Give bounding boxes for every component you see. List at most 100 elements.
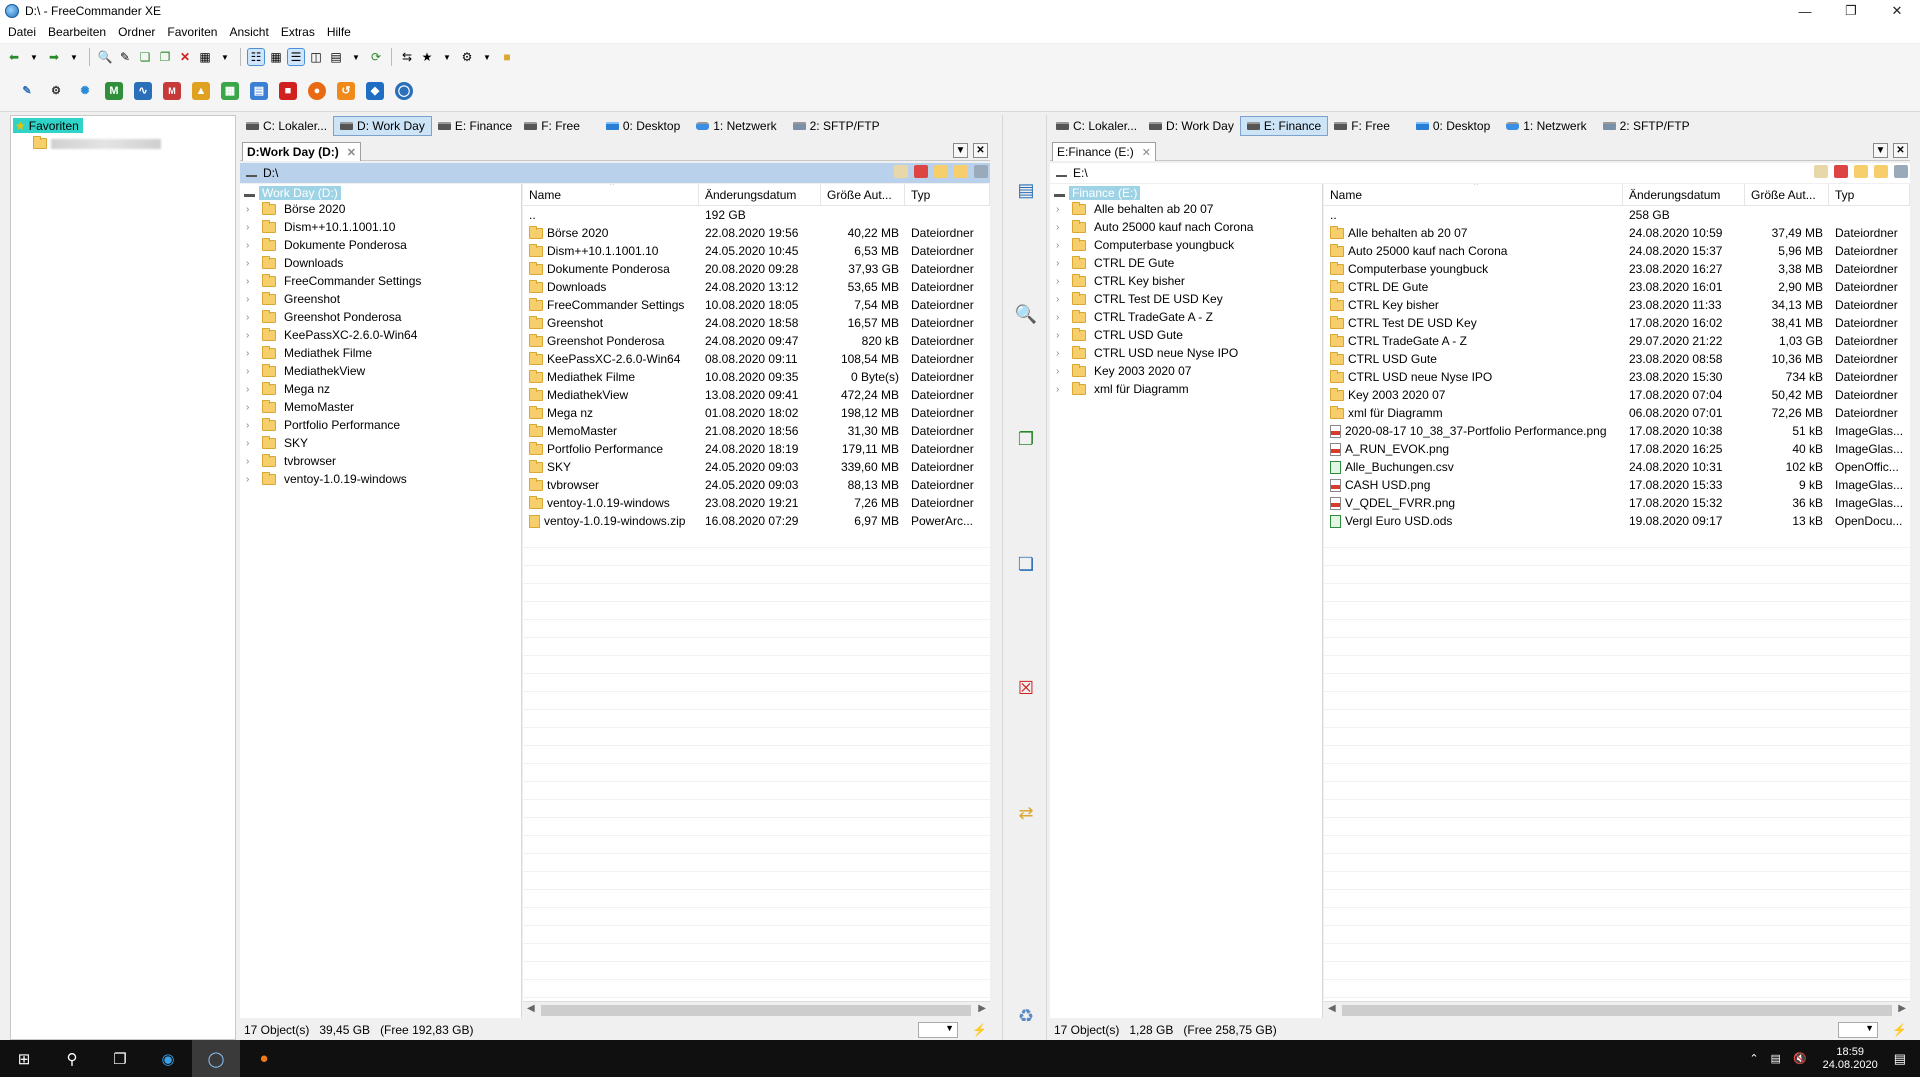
tree-item[interactable]: › Greenshot — [240, 290, 521, 308]
chevron-right-icon[interactable]: › — [246, 294, 254, 305]
tree-item[interactable]: › xml für Diagramm — [1050, 380, 1322, 398]
large-icons-view-icon[interactable]: ▦ — [268, 49, 284, 65]
file-row[interactable]: CTRL USD neue Nyse IPO 23.08.2020 15:30 73… — [1324, 368, 1910, 386]
search-taskbar-icon[interactable]: ⚲ — [48, 1040, 96, 1077]
col-type-header[interactable]: Typ — [905, 184, 990, 206]
file-row[interactable]: Greenshot Ponderosa 24.08.2020 09:47 820 k… — [523, 332, 990, 350]
col-type-header[interactable]: Typ — [1829, 184, 1910, 206]
drive-tab[interactable]: 1: Netzwerk — [690, 116, 782, 136]
tree-item[interactable]: › SKY — [240, 434, 521, 452]
col-size-header[interactable]: Größe Aut... — [1745, 184, 1829, 206]
freecommander-taskbar-icon[interactable]: ◯ — [192, 1040, 240, 1077]
tree-item[interactable]: › KeePassXC-2.6.0-Win64 — [240, 326, 521, 344]
network-icon[interactable]: ▤ — [1771, 1052, 1781, 1065]
file-row[interactable]: MemoMaster 21.08.2020 18:56 31,30 MB Dateio… — [523, 422, 990, 440]
start-button-icon[interactable]: ⊞ — [0, 1040, 48, 1077]
tool-steam-icon[interactable]: ◯ — [395, 81, 413, 100]
chevron-right-icon[interactable]: › — [1056, 384, 1064, 395]
file-row[interactable]: Alle behalten ab 20 07 24.08.2020 10:59 37… — [1324, 224, 1910, 242]
chevron-right-icon[interactable]: › — [246, 348, 254, 359]
favorites-dropdown-icon[interactable]: ▼ — [439, 49, 455, 65]
file-row[interactable]: Börse 2020 22.08.2020 19:56 40,22 MB Dateio… — [523, 224, 990, 242]
tree-item[interactable]: › CTRL USD neue Nyse IPO — [1050, 344, 1322, 362]
right-horizontal-scrollbar[interactable]: ◀ ▶ — [1324, 1001, 1910, 1018]
settings-icon[interactable]: ⚙ — [459, 49, 475, 65]
view-file-icon[interactable]: 🔍 — [97, 49, 113, 65]
menu-ordner[interactable]: Ordner — [112, 22, 161, 43]
new-folder-icon[interactable] — [894, 165, 908, 178]
folder-size-icon[interactable]: ■ — [499, 49, 515, 65]
folder-options-icon[interactable] — [1894, 165, 1908, 178]
tray-chevron-icon[interactable]: ⌃ — [1749, 1052, 1758, 1065]
chevron-right-icon[interactable]: › — [1056, 312, 1064, 323]
tool-monitor-icon[interactable]: ∿ — [134, 81, 152, 100]
chevron-right-icon[interactable]: › — [246, 204, 254, 215]
drive-tab[interactable]: E: Finance — [432, 116, 518, 136]
chevron-right-icon[interactable]: › — [1056, 222, 1064, 233]
menu-bearbeiten[interactable]: Bearbeiten — [42, 22, 112, 43]
file-row[interactable]: Alle_Buchungen.csv 24.08.2020 10:31 102 kB… — [1324, 458, 1910, 476]
tree-item[interactable]: › Dism++10.1.1001.10 — [240, 218, 521, 236]
chevron-right-icon[interactable]: › — [246, 420, 254, 431]
tree-item[interactable]: › CTRL TradeGate A - Z — [1050, 308, 1322, 326]
chevron-right-icon[interactable]: › — [1056, 366, 1064, 377]
file-row[interactable]: A_RUN_EVOK.png 17.08.2020 16:25 40 kB Image… — [1324, 440, 1910, 458]
drive-tab[interactable]: F: Free — [1328, 116, 1396, 136]
file-row[interactable]: Mega nz 01.08.2020 18:02 198,12 MB Dateiord… — [523, 404, 990, 422]
chevron-right-icon[interactable]: › — [1056, 258, 1064, 269]
tree-item[interactable]: › FreeCommander Settings — [240, 272, 521, 290]
scroll-left-icon[interactable]: ◀ — [1328, 1003, 1336, 1014]
close-window-button[interactable]: ✕ — [1874, 0, 1920, 22]
close-tab-icon[interactable]: ✕ — [1142, 146, 1151, 159]
drive-tab[interactable]: 2: SFTP/FTP — [787, 116, 886, 136]
copy-to-other-panel-icon[interactable]: ❐ — [1015, 428, 1037, 450]
scroll-thumb[interactable] — [1342, 1005, 1892, 1016]
file-row[interactable]: Mediathek Filme 10.08.2020 09:35 0 Byte(s)… — [523, 368, 990, 386]
folder-history-icon[interactable] — [954, 165, 968, 178]
filter-icon[interactable]: ⚡ — [1892, 1023, 1907, 1037]
file-row[interactable]: Downloads 24.08.2020 13:12 53,65 MB Dateior… — [523, 278, 990, 296]
swap-panels-icon[interactable]: ⇄ — [1015, 802, 1037, 824]
tool-gear-icon[interactable]: ✺ — [76, 82, 94, 100]
tool-malwarebytes-icon[interactable]: M — [105, 81, 123, 100]
chevron-right-icon[interactable]: › — [246, 258, 254, 269]
new-folder-icon[interactable] — [1814, 165, 1828, 178]
left-path-bar[interactable]: D:\ — [240, 163, 990, 183]
close-panel-tab-button[interactable]: ✕ — [973, 143, 988, 158]
drive-tab[interactable]: D: Work Day — [1143, 116, 1240, 136]
tool-sheet-icon[interactable]: ▦ — [221, 81, 239, 100]
volume-muted-icon[interactable]: 🔇 — [1793, 1052, 1807, 1065]
chevron-right-icon[interactable]: › — [246, 330, 254, 341]
file-row[interactable]: Key 2003 2020 07 17.08.2020 07:04 50,42 MB… — [1324, 386, 1910, 404]
tree-item[interactable]: › Mediathek Filme — [240, 344, 521, 362]
task-view-icon[interactable]: ❐ — [96, 1040, 144, 1077]
chevron-right-icon[interactable]: › — [246, 456, 254, 467]
close-tab-icon[interactable]: ✕ — [347, 146, 356, 159]
file-row[interactable]: CTRL DE Gute 23.08.2020 16:01 2,90 MB Datei… — [1324, 278, 1910, 296]
menu-favoriten[interactable]: Favoriten — [161, 22, 223, 43]
file-row[interactable]: V_QDEL_FVRR.png 17.08.2020 15:32 36 kB Imag… — [1324, 494, 1910, 512]
chevron-right-icon[interactable]: › — [1056, 276, 1064, 287]
tree-item[interactable]: › Downloads — [240, 254, 521, 272]
file-row[interactable]: Auto 25000 kauf nach Corona 24.08.2020 15… — [1324, 242, 1910, 260]
tree-item[interactable]: › Computerbase youngbuck — [1050, 236, 1322, 254]
details-view-icon[interactable]: ☰ — [287, 48, 305, 66]
right-path-bar[interactable]: E:\ — [1050, 163, 1910, 183]
up-row[interactable]: .. 258 GB — [1324, 206, 1910, 224]
chevron-right-icon[interactable]: › — [246, 312, 254, 323]
tree-item[interactable]: › MemoMaster — [240, 398, 521, 416]
tree-item[interactable]: › MediathekView — [240, 362, 521, 380]
forward-dropdown-icon[interactable]: ▼ — [66, 49, 82, 65]
tree-item[interactable]: › Börse 2020 — [240, 200, 521, 218]
tool-mail-icon[interactable]: M — [163, 81, 181, 100]
menu-hilfe[interactable]: Hilfe — [321, 22, 357, 43]
file-row[interactable]: Dism++10.1.1001.10 24.05.2020 10:45 6,53 M… — [523, 242, 990, 260]
chevron-right-icon[interactable]: › — [246, 240, 254, 251]
favorites-toolbar-icon[interactable]: ★ — [419, 49, 435, 65]
delete-folder-icon[interactable] — [914, 165, 928, 178]
drive-tab[interactable]: 0: Desktop — [600, 116, 686, 136]
close-panel-tab-button[interactable]: ✕ — [1893, 143, 1908, 158]
favorites-root[interactable]: ★ Favoriten — [13, 118, 83, 133]
col-size-header[interactable]: Größe Aut... — [821, 184, 905, 206]
up-row[interactable]: .. 192 GB — [523, 206, 990, 224]
